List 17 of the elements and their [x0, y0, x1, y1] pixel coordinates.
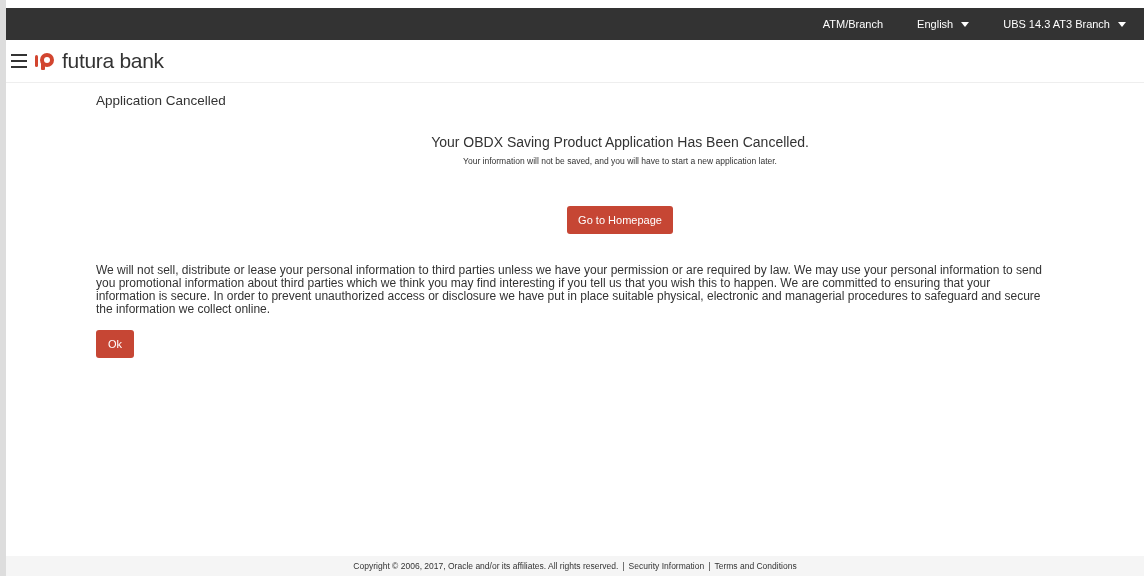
copyright-text: Copyright © 2006, 2017, Oracle and/or its affiliates. All rights reserved.	[353, 561, 619, 571]
footer-link[interactable]: Security Information	[628, 561, 705, 571]
privacy-text: We will not sell, distribute or lease your personal information to third parties unless we have your permission or are required by law. We may use your personal information to send you promotional information about third parties which we think you may find interesting if you tell us that you wish this to happen. We are committed to ensuring that your information is secure. In order to prevent unauthorized access or disclosure we have put in place suitable physical, electronic and managerial procedures to safeguard and secure the information we collect online.	[96, 264, 1043, 316]
top-bar-menu[interactable]: English	[917, 18, 970, 30]
logo-icon	[34, 51, 56, 71]
cancel-heading: Your OBDX Saving Product Application Has Been Cancelled.	[431, 134, 809, 150]
separator: |	[708, 561, 711, 571]
cancel-subtext: Your information will not be saved, and you will have to start a new application later.	[463, 156, 777, 166]
brand-name: futura bank	[62, 49, 164, 73]
top-bar-menu[interactable]: UBS 14.3 AT3 Branch	[1003, 18, 1126, 30]
page-title: Application Cancelled	[96, 93, 227, 108]
menu-icon[interactable]	[10, 53, 28, 69]
ok-button[interactable]: Ok	[96, 330, 135, 358]
footer-link[interactable]: Terms and Conditions	[714, 561, 797, 571]
top-bar-menu[interactable]: ATM/Branch	[822, 18, 884, 30]
separator: |	[622, 561, 625, 571]
homepage-button[interactable]: Go to Homepage	[567, 206, 673, 234]
